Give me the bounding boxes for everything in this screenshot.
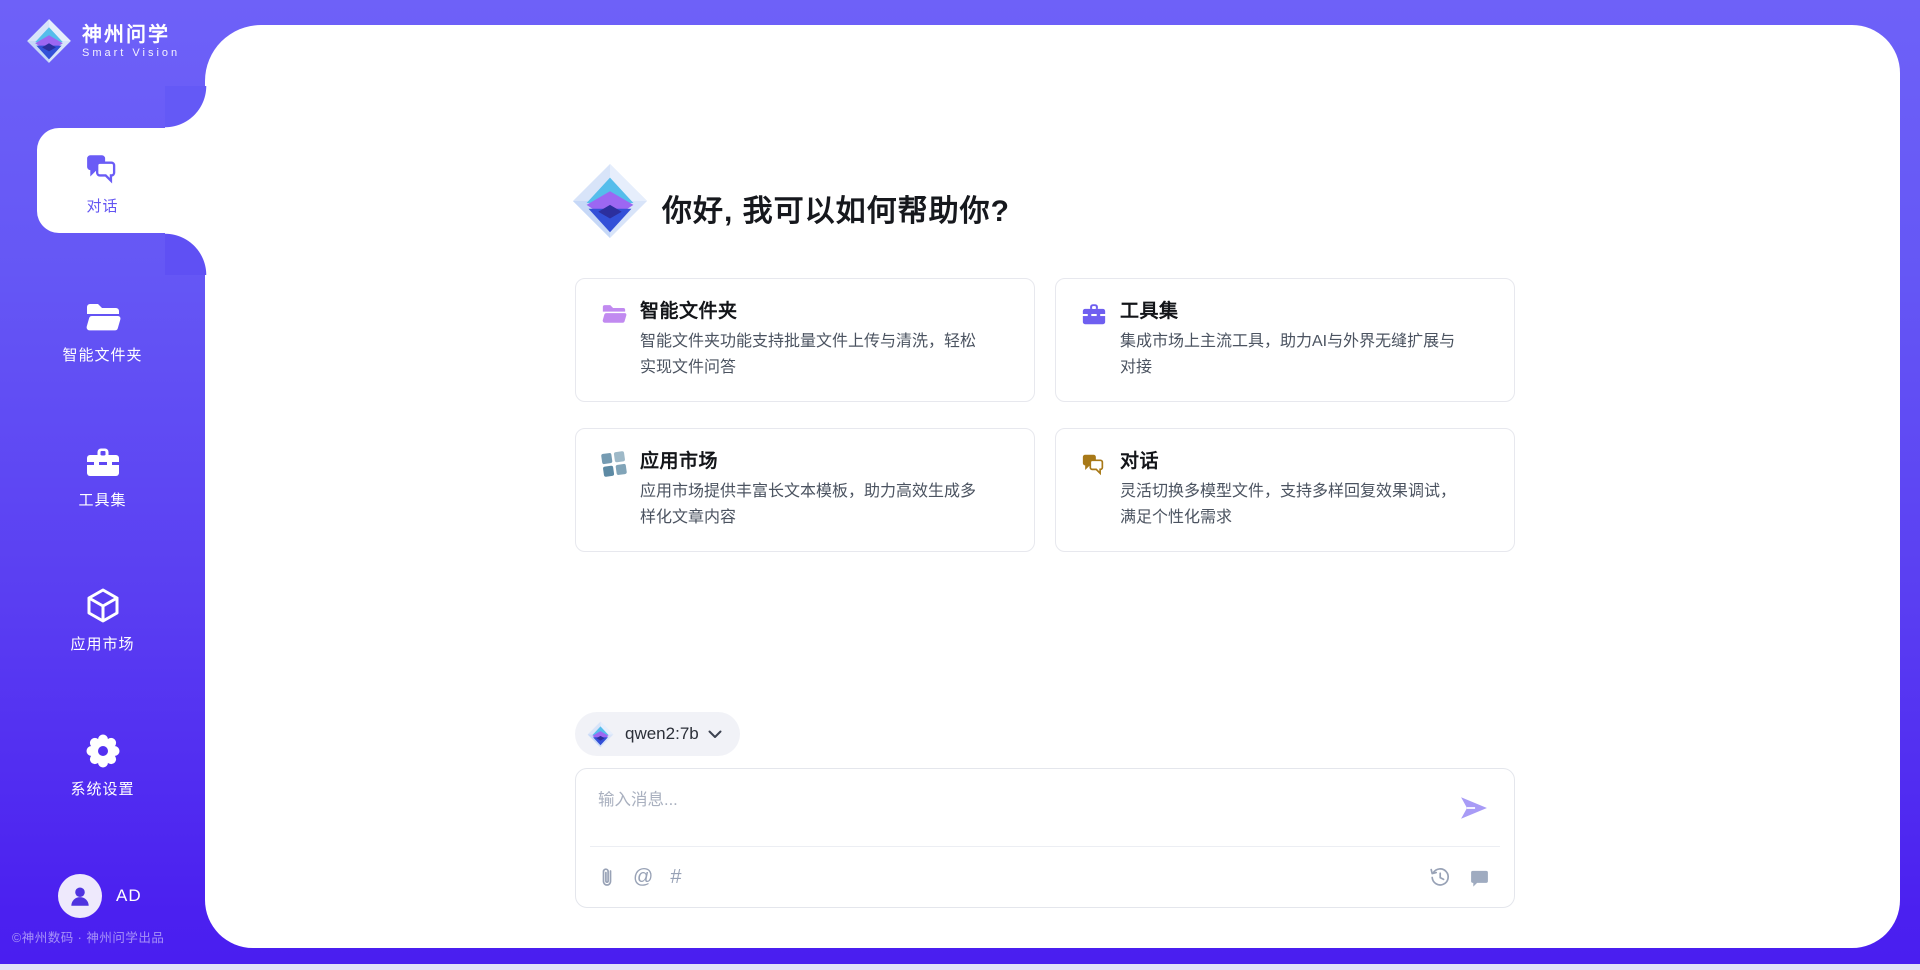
bottom-scrollbar[interactable] (0, 964, 1920, 970)
person-icon (67, 883, 93, 909)
composer-divider (590, 846, 1500, 847)
sidebar-item-label: 应用市场 (0, 633, 205, 654)
card-description: 智能文件夹功能支持批量文件上传与清洗，轻松实现文件问答 (640, 329, 985, 381)
brand-logo: 神州问学 Smart Vision (26, 18, 180, 64)
folder-icon (84, 301, 122, 333)
card-description: 灵活切换多模型文件，支持多样回复效果调试，满足个性化需求 (1120, 479, 1465, 531)
card-app-market[interactable]: 应用市场 应用市场提供丰富长文本模板，助力高效生成多样化文章内容 (575, 428, 1035, 552)
sidebar-item-app-market[interactable]: 应用市场 (0, 586, 205, 654)
card-title: 智能文件夹 (640, 296, 738, 323)
attach-file-button[interactable] (598, 865, 616, 889)
card-description: 应用市场提供丰富长文本模板，助力高效生成多样化文章内容 (640, 479, 985, 531)
feedback-button[interactable] (1469, 865, 1490, 889)
history-button[interactable] (1429, 865, 1451, 889)
grid-icon (601, 451, 627, 477)
model-name: qwen2:7b (625, 724, 699, 744)
sidebar-item-chat[interactable]: 对话 (0, 148, 205, 216)
user-name: AD (116, 886, 142, 906)
sidebar-footer: ©神州数码 · 神州问学出品 (12, 927, 212, 946)
sidebar-item-label: 对话 (0, 195, 205, 216)
send-icon[interactable] (1460, 796, 1488, 820)
sidebar-item-toolset[interactable]: 工具集 (0, 442, 205, 510)
chat-icon (1081, 451, 1107, 477)
avatar (58, 874, 102, 918)
model-selector[interactable]: qwen2:7b (575, 712, 740, 756)
tab-fillet-top (165, 86, 207, 128)
history-icon (1429, 866, 1451, 888)
sidebar-item-label: 工具集 (0, 489, 205, 510)
card-toolset[interactable]: 工具集 集成市场上主流工具，助力AI与外界无缝扩展与对接 (1055, 278, 1515, 402)
message-composer: @ # (575, 768, 1515, 908)
chevron-down-icon (708, 730, 722, 739)
page-greeting: 你好, 我可以如何帮助你? (662, 186, 1010, 230)
sidebar-item-settings[interactable]: 系统设置 (0, 731, 205, 799)
card-chat[interactable]: 对话 灵活切换多模型文件，支持多样回复效果调试，满足个性化需求 (1055, 428, 1515, 552)
feature-cards: 智能文件夹 智能文件夹功能支持批量文件上传与清洗，轻松实现文件问答 (575, 278, 1515, 552)
toolbox-icon (1081, 301, 1107, 327)
sidebar-item-smart-folder[interactable]: 智能文件夹 (0, 297, 205, 365)
hashtag-button[interactable]: # (670, 865, 681, 889)
model-diamond-icon (587, 721, 614, 748)
chat-square-icon (1469, 867, 1490, 888)
hero-diamond-icon (571, 162, 649, 240)
brand-diamond-icon (26, 18, 72, 64)
folder-icon (601, 301, 627, 327)
paperclip-icon (598, 866, 616, 888)
card-smart-folder[interactable]: 智能文件夹 智能文件夹功能支持批量文件上传与清洗，轻松实现文件问答 (575, 278, 1035, 402)
chat-bubbles-icon (85, 152, 121, 184)
message-input[interactable] (598, 787, 1418, 813)
gear-icon (83, 731, 123, 771)
card-title: 工具集 (1120, 296, 1179, 323)
card-title: 对话 (1120, 446, 1159, 473)
card-description: 集成市场上主流工具，助力AI与外界无缝扩展与对接 (1120, 329, 1465, 381)
mention-button[interactable]: @ (633, 865, 653, 889)
card-title: 应用市场 (640, 446, 718, 473)
sidebar-item-label: 智能文件夹 (0, 344, 205, 365)
cube-icon (83, 586, 123, 626)
user-menu[interactable]: AD (58, 874, 142, 918)
app-root: 神州问学 Smart Vision 对话 智能文件夹 (0, 0, 1920, 970)
brand-name: 神州问学 (82, 23, 180, 47)
brand-subtitle: Smart Vision (82, 47, 180, 59)
sidebar-item-label: 系统设置 (0, 778, 205, 799)
tab-fillet-bottom (165, 233, 207, 275)
toolbox-icon (84, 445, 122, 479)
